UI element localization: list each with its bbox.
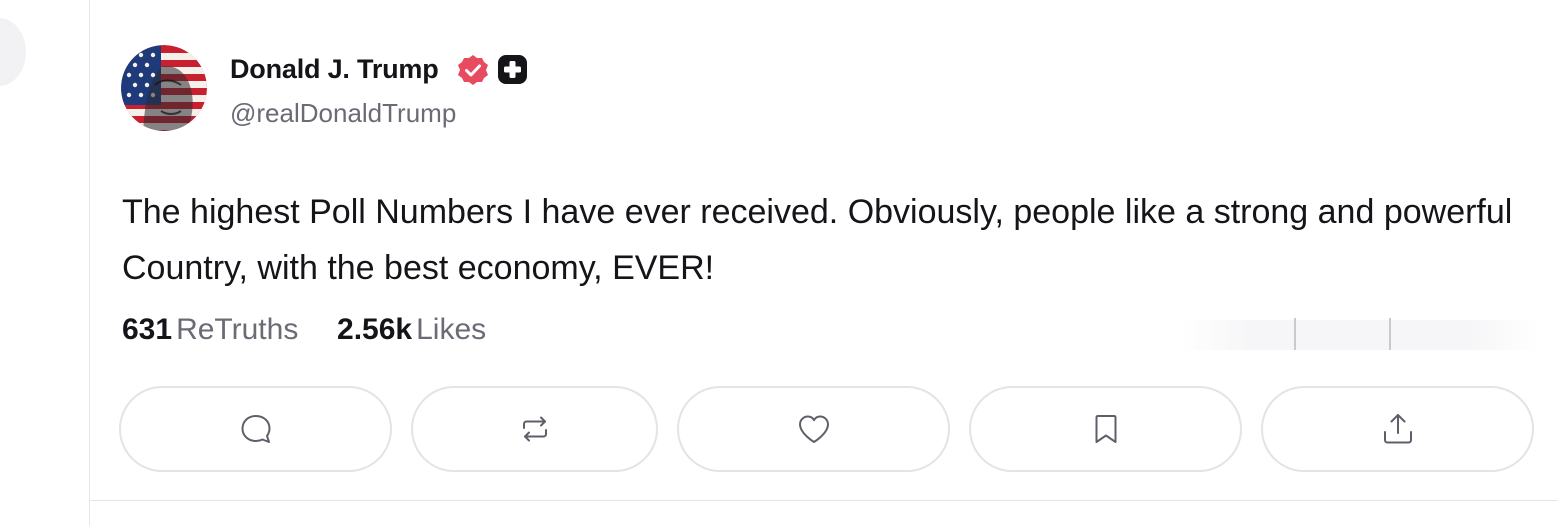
comment-icon [241,415,270,443]
post-page: Donald J. Trump @realDonaldTrump The hig… [0,0,1558,526]
likes-count: 2.56k [337,313,413,346]
faint-mark [1294,318,1296,350]
faded-overlay [1180,320,1540,350]
retruths-count: 631 [122,313,173,346]
display-name[interactable]: Donald J. Trump [230,54,439,85]
retruths-stat[interactable]: 631 ReTruths [122,313,307,346]
column-divider [89,0,90,526]
like-button[interactable] [677,386,950,472]
bookmark-button[interactable] [969,386,1242,472]
share-icon [1383,414,1412,444]
retruth-button[interactable] [411,386,658,472]
user-handle[interactable]: @realDonaldTrump [230,98,456,129]
likes-label: Likes [416,313,487,346]
share-button[interactable] [1261,386,1534,472]
post-stats: 631 ReTruths 2.56k Likes [122,313,486,347]
reply-button[interactable] [119,386,392,472]
likes-stat[interactable]: 2.56k Likes [337,313,486,346]
retruths-label: ReTruths [176,313,299,346]
verified-check-icon [458,55,488,85]
row-divider [89,500,1558,501]
bookmark-icon [1095,415,1116,443]
heart-icon [798,415,829,443]
faint-mark [1389,318,1391,350]
repost-icon [522,416,547,442]
avatar[interactable] [121,45,207,131]
post-text: The highest Poll Numbers I have ever rec… [122,193,1513,287]
plus-badge-icon [498,55,527,84]
side-nav-circle[interactable] [0,18,26,86]
